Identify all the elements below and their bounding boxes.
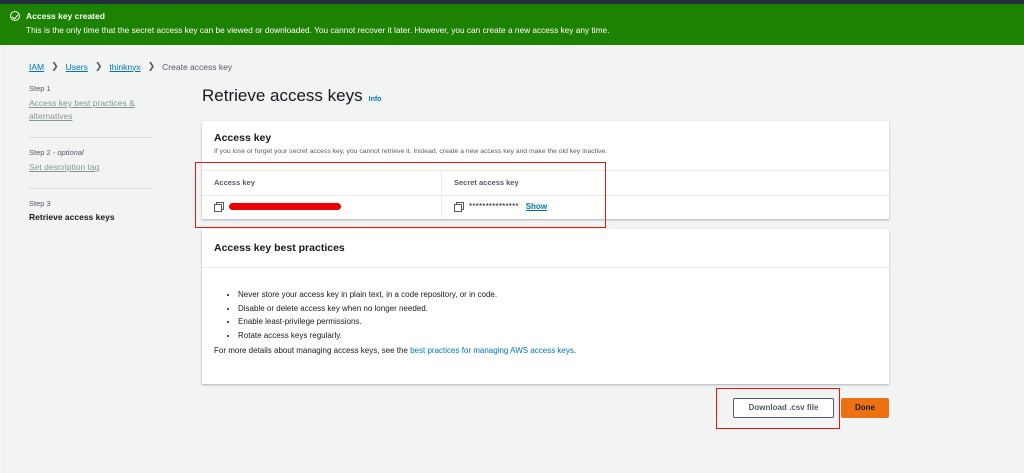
success-flash-banner: Access key created This is the only time… xyxy=(0,4,1024,45)
list-item: Never store your access key in plain tex… xyxy=(238,288,877,302)
access-key-panel-description: If you lose or forget your secret access… xyxy=(214,148,608,155)
breadcrumb-users[interactable]: Users xyxy=(66,62,88,72)
page-title: Retrieve access keys Info xyxy=(202,86,382,105)
highlight-box-keys xyxy=(195,162,606,228)
chevron-right-icon: ❯ xyxy=(94,61,103,71)
step-1-number: Step 1 xyxy=(29,84,51,93)
flash-title: Access key created xyxy=(26,11,105,21)
best-practices-link[interactable]: best practices for managing AWS access k… xyxy=(410,346,574,355)
more-details-text: For more details about managing access k… xyxy=(214,346,577,355)
breadcrumb-current: Create access key xyxy=(162,61,233,72)
info-link[interactable]: Info xyxy=(369,96,382,103)
done-button[interactable]: Done xyxy=(841,398,889,418)
list-item: Enable least-privilege permissions. xyxy=(238,315,877,329)
breadcrumb-iam[interactable]: IAM xyxy=(29,62,44,72)
flash-message: This is the only time that the secret ac… xyxy=(26,25,610,35)
step-divider xyxy=(29,137,153,138)
step-divider xyxy=(29,188,153,189)
breadcrumb-user[interactable]: thinknyx xyxy=(109,62,140,72)
chevron-right-icon: ❯ xyxy=(147,61,156,71)
list-item: Disable or delete access key when no lon… xyxy=(238,302,877,316)
access-key-panel-header: Access key xyxy=(214,132,272,144)
step-3-number: Step 3 xyxy=(29,199,51,208)
highlight-box-download xyxy=(716,388,840,429)
step-1-link[interactable]: Access key best practices & alternatives xyxy=(29,97,153,123)
best-practices-header: Access key best practices xyxy=(214,242,345,254)
best-practices-list: Never store your access key in plain tex… xyxy=(202,268,889,342)
best-practices-panel: Access key best practices Never store yo… xyxy=(202,229,889,384)
chevron-right-icon: ❯ xyxy=(51,61,59,71)
step-2-number: Step 2 - optional xyxy=(29,148,84,157)
step-3-current: Retrieve access keys xyxy=(29,212,115,222)
step-2-link[interactable]: Set description tag xyxy=(29,161,153,174)
breadcrumb: IAM ❯ Users ❯ thinknyx ❯ Create access k… xyxy=(29,61,232,72)
wizard-steps: Step 1 Access key best practices & alter… xyxy=(29,84,153,222)
left-divider xyxy=(4,45,5,473)
success-check-icon xyxy=(10,11,20,21)
list-item: Rotate access keys regularly. xyxy=(238,329,877,343)
